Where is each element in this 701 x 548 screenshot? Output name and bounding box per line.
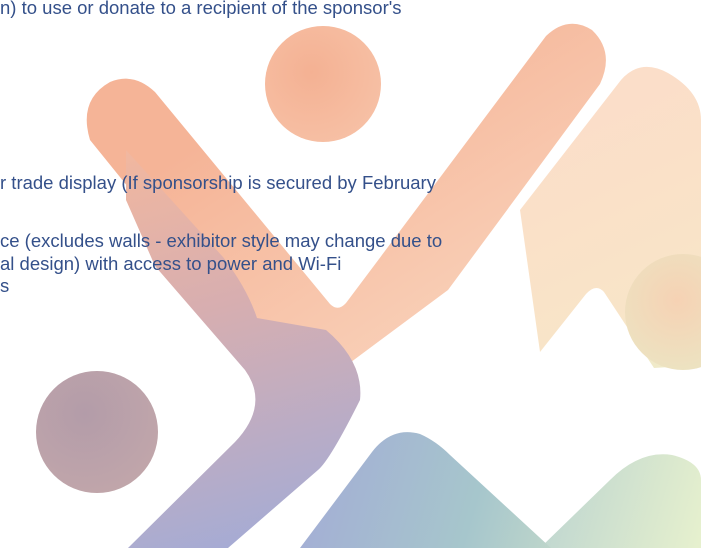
bottom-right-ribbon-shape [540, 454, 701, 548]
top-dot-shape [265, 26, 381, 142]
body-text-line-5: s [0, 275, 10, 296]
body-text-line-3: ce (excludes walls - exhibitor style may… [0, 230, 443, 251]
bottom-ribbon-shape [300, 432, 551, 548]
body-text-line-2: r trade display (If sponsorship is secur… [0, 172, 436, 193]
body-text-line-4: al design) with access to power and Wi-F… [0, 253, 342, 274]
left-dot-shape [36, 371, 158, 493]
body-text-line-1: n) to use or donate to a recipient of th… [0, 0, 402, 18]
